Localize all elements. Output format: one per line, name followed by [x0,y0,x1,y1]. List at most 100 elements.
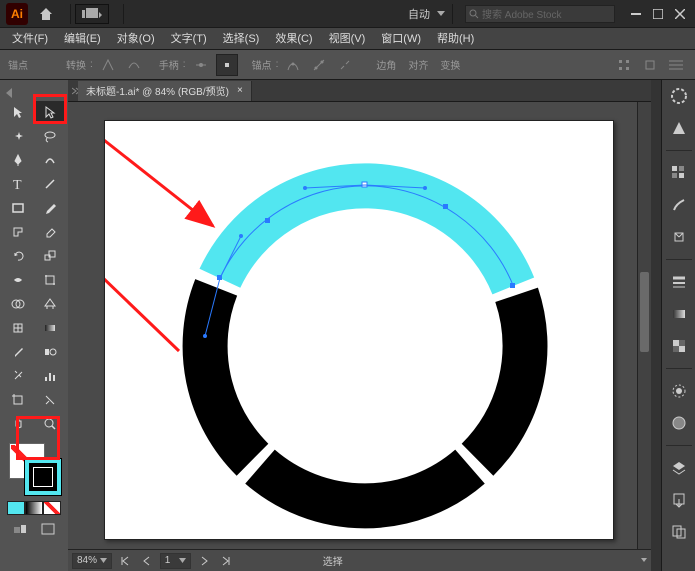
search-input[interactable]: 搜索 Adobe Stock [465,5,615,23]
cb-handles-label: 手柄 [159,57,179,72]
hand-tool-icon[interactable] [3,413,33,435]
color-chip-solid[interactable] [7,501,25,515]
menu-view[interactable]: 视图(V) [321,28,374,50]
color-chip-gradient[interactable] [25,501,43,515]
more-options-icon[interactable] [665,54,687,76]
stroke-swatch[interactable] [25,459,61,495]
auto-dropdown-icon[interactable] [434,7,448,21]
magic-wand-tool-icon[interactable] [3,125,33,147]
artboard-tool-icon[interactable] [3,389,33,411]
column-graph-tool-icon[interactable] [35,365,65,387]
cb-transform-label[interactable]: 变换 [436,57,464,72]
perspective-tool-icon[interactable] [35,293,65,315]
menu-help[interactable]: 帮助(H) [429,28,482,50]
mesh-tool-icon[interactable] [3,317,33,339]
doc-tab-title: 未标题-1.ai* @ 84% (RGB/预览) [86,83,229,98]
appearance-icon[interactable] [667,379,691,403]
stroke-panel-icon[interactable] [667,270,691,294]
blend-tool-icon[interactable] [35,341,65,363]
asset-export-icon[interactable] [667,488,691,512]
layers-icon[interactable] [667,456,691,480]
menu-select[interactable]: 选择(S) [215,28,268,50]
shape-builder-tool-icon[interactable] [3,293,33,315]
auto-label: 自动 [408,6,430,22]
maximize-button[interactable] [649,6,667,22]
menu-edit[interactable]: 编辑(E) [56,28,109,50]
swatches-icon[interactable] [667,161,691,185]
cb-align-label[interactable]: 对齐 [404,57,432,72]
menu-object[interactable]: 对象(O) [109,28,163,50]
brushes-icon[interactable] [667,193,691,217]
tabbar-expand-icon[interactable] [68,80,78,102]
graphic-styles-icon[interactable] [667,411,691,435]
symbol-sprayer-tool-icon[interactable] [3,365,33,387]
close-button[interactable] [671,6,689,22]
symbols-icon[interactable] [667,225,691,249]
screen-mode-icon[interactable] [38,521,58,537]
minimize-button[interactable] [627,6,645,22]
convert-corner-icon[interactable] [97,54,119,76]
line-tool-icon[interactable] [35,173,65,195]
align-pixels-icon[interactable] [639,54,661,76]
isolate-icon[interactable] [613,54,635,76]
app-icon: Ai [6,3,28,25]
gradient-panel-icon[interactable] [667,302,691,326]
fill-stroke-control[interactable] [5,441,63,497]
last-artboard-icon[interactable] [217,553,235,569]
menu-file[interactable]: 文件(F) [4,28,56,50]
gradient-tool-icon[interactable] [35,317,65,339]
lasso-tool-icon[interactable] [35,125,65,147]
color-panel-icon[interactable] [667,84,691,108]
zoom-select[interactable]: 84% [72,553,112,569]
connect-anchor-icon[interactable] [308,54,330,76]
curvature-tool-icon[interactable] [35,149,65,171]
control-bar: 锚点 转换 : 手柄 : 锚点 : 边角 对齐 变换 [0,50,695,80]
selection-tool-icon[interactable] [3,101,33,123]
menu-window[interactable]: 窗口(W) [373,28,429,50]
next-artboard-icon[interactable] [195,553,213,569]
convert-smooth-icon[interactable] [123,54,145,76]
eyedropper-tool-icon[interactable] [3,341,33,363]
shaper-tool-icon[interactable] [3,221,33,243]
color-chip-none[interactable] [43,501,61,515]
home-icon[interactable] [38,6,54,22]
vertical-scrollbar[interactable] [637,102,651,549]
rotate-tool-icon[interactable] [3,245,33,267]
menu-effect[interactable]: 效果(C) [267,28,320,50]
hide-handles-icon[interactable] [216,54,238,76]
prev-artboard-icon[interactable] [138,553,156,569]
pen-tool-icon[interactable] [3,149,33,171]
annotation-arrow-1 [105,133,213,226]
color-guide-icon[interactable] [667,116,691,140]
cb-edge-label[interactable]: 边角 [372,57,400,72]
slice-tool-icon[interactable] [35,389,65,411]
app-window: Ai 自动 搜索 Adobe Stock 文件(F) 编辑(E) 对象(O) 文… [0,0,695,571]
scrollbar-thumb[interactable] [640,272,649,352]
menu-type[interactable]: 文字(T) [163,28,215,50]
first-artboard-icon[interactable] [116,553,134,569]
eraser-tool-icon[interactable] [35,221,65,243]
rectangle-tool-icon[interactable] [3,197,33,219]
transparency-icon[interactable] [667,334,691,358]
workspace-switcher[interactable] [75,4,109,24]
scale-tool-icon[interactable] [35,245,65,267]
canvas[interactable] [68,102,637,549]
artboards-panel-icon[interactable] [667,520,691,544]
draw-normal-icon[interactable] [10,521,30,537]
width-tool-icon[interactable] [3,269,33,291]
status-menu-icon[interactable] [641,556,647,566]
show-handles-icon[interactable] [190,54,212,76]
remove-anchor-icon[interactable] [282,54,304,76]
free-transform-tool-icon[interactable] [35,269,65,291]
type-tool-icon[interactable]: T [3,173,33,195]
zoom-tool-icon[interactable] [35,413,65,435]
left-toolbar: T [0,80,68,571]
direct-selection-tool-icon[interactable] [35,101,65,123]
paintbrush-tool-icon[interactable] [35,197,65,219]
artboard-number[interactable]: 1 [160,553,191,569]
cut-path-icon[interactable] [334,54,356,76]
divider [452,4,453,24]
tab-close-icon[interactable]: × [237,85,243,96]
document-tab[interactable]: 未标题-1.ai* @ 84% (RGB/预览) × [78,81,252,101]
cb-convert-label: 转换 [66,57,86,72]
